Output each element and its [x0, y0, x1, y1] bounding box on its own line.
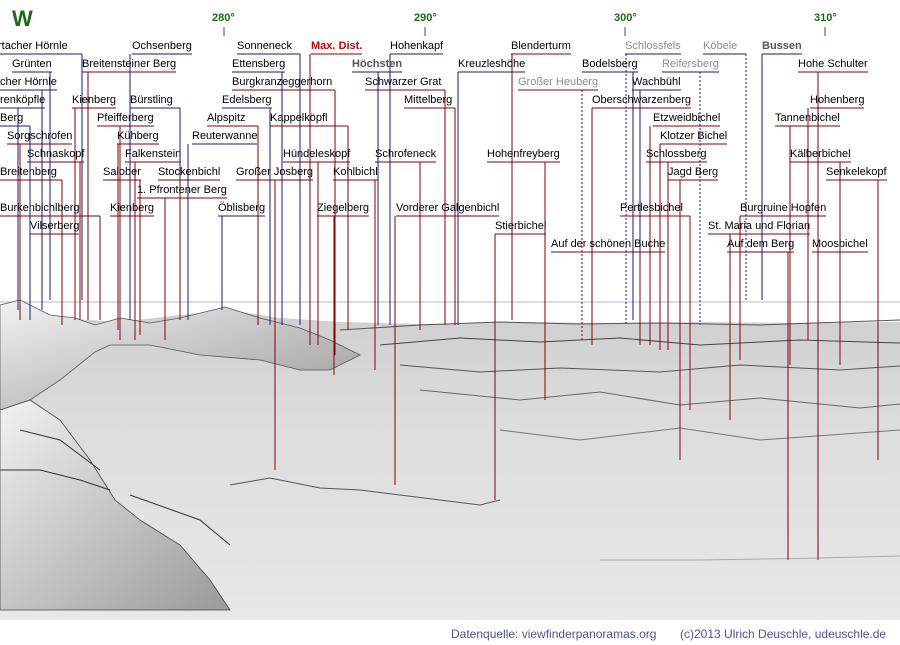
- peak-label: Edelsberg: [222, 94, 272, 106]
- peak-label: Oberschwarzenberg: [592, 94, 692, 106]
- peak-label: Wachbühl: [632, 76, 681, 88]
- peak-label: Klotzer Bichel: [660, 130, 728, 142]
- peak-label: Vorderer Galgenbichl: [396, 202, 500, 214]
- peak-label: Ziegelberg: [317, 202, 369, 214]
- peak-label: Vilserberg: [30, 220, 80, 232]
- peak-label: 1. Pfrontener Berg: [137, 184, 227, 196]
- peak-label: rtacher Hörnle: [0, 40, 68, 52]
- footer-source: Datenquelle: viewfinderpanoramas.org: [451, 627, 657, 641]
- peak-label: Kohlbichl: [333, 166, 378, 178]
- peak-label: Pfeifferberg: [97, 112, 154, 124]
- peak-label: Bürstling: [130, 94, 173, 106]
- peak-label: Stockenbichl: [158, 166, 221, 178]
- peak-label: Hohenfreyberg: [487, 148, 560, 160]
- peak-label: Grünten: [12, 58, 52, 70]
- peak-label: Falkenstein: [125, 148, 182, 160]
- peak-label: Sonneneck: [237, 40, 293, 52]
- peak-label: Kälberbichel: [790, 148, 851, 160]
- peak-label: Tannenbichel: [775, 112, 840, 124]
- peak-label: Kienberg: [72, 94, 117, 106]
- peak-label: Pertlesbichel: [620, 202, 683, 214]
- peak-label: Salober: [103, 166, 141, 178]
- footer-copyright: (c)2013 Ulrich Deuschle, udeuschle.de: [680, 627, 887, 641]
- peak-label: Reifersberg: [662, 58, 719, 70]
- peak-label: Blenderturm: [511, 40, 571, 52]
- peak-label: Höchsten: [352, 58, 403, 70]
- peak-label: cher Hörnle: [0, 76, 57, 88]
- peak-label: Hündeleskopf: [283, 148, 351, 160]
- degree-290: 290°: [414, 12, 437, 24]
- peak-label: renköpfle: [0, 94, 46, 106]
- peak-label: Burgkranzeggerhorn: [232, 76, 333, 88]
- peak-label: Schnaskopf: [27, 148, 85, 160]
- peak-label: Max. Dist.: [311, 40, 363, 52]
- peak-label: Alpspitz: [207, 112, 246, 124]
- peak-label: Burkenbichlberg: [0, 202, 80, 214]
- peak-label: Öblisberg: [218, 202, 266, 214]
- peak-label: Hohe Schulter: [798, 58, 868, 70]
- peak-label: Hohenberg: [810, 94, 865, 106]
- peak-label: Ettensberg: [232, 58, 286, 70]
- peak-label: Großer Heuberg: [518, 76, 599, 88]
- peak-label: Großer Josberg: [236, 166, 314, 178]
- peak-label: Hohenkapf: [390, 40, 444, 52]
- peak-label: Etzweidbichel: [653, 112, 721, 124]
- peak-label: Bussen: [762, 40, 802, 52]
- peak-label: Kappelköpfl: [270, 112, 328, 124]
- peak-label: Auf dem Berg: [727, 238, 795, 250]
- compass-direction: W: [12, 6, 33, 31]
- peak-label: St. Maria und Florian: [708, 220, 811, 232]
- panorama-stage: rtacher Hörnle Ochsenberg Sonneneck Max. Di…: [0, 0, 900, 645]
- peak-label: Berg: [0, 112, 24, 124]
- peak-label: Schwarzer Grat: [365, 76, 442, 88]
- peak-label: Senkelekopf: [826, 166, 887, 178]
- peak-label: Mittelberg: [404, 94, 453, 106]
- peak-label: Burgruine Hopfen: [740, 202, 827, 214]
- peak-label: Schlossfels: [625, 40, 681, 52]
- degree-310: 310°: [814, 12, 837, 24]
- peak-label: Kühberg: [117, 130, 159, 142]
- peak-label: Breitenberg: [0, 166, 57, 178]
- peak-label: Bodelsberg: [582, 58, 638, 70]
- peak-label: Kreuzleshöhe: [458, 58, 526, 70]
- peak-label: Reuterwanne: [192, 130, 258, 142]
- peak-label: Jagd Berg: [668, 166, 719, 178]
- peak-label: Kienberg: [110, 202, 155, 214]
- degree-300: 300°: [614, 12, 637, 24]
- peak-label: Sorgschrofen: [7, 130, 73, 142]
- peak-label: Stierbichel: [495, 220, 547, 232]
- peak-label: Köbele: [703, 40, 738, 52]
- peak-label: Breitensteiner Berg: [82, 58, 177, 70]
- peak-label: Auf der schönen Buche: [551, 238, 666, 250]
- peak-label: Schlossberg: [646, 148, 707, 160]
- peak-label: Schrofeneck: [375, 148, 437, 160]
- peak-label: Moosbichel: [812, 238, 868, 250]
- degree-280: 280°: [212, 12, 235, 24]
- peak-label: Ochsenberg: [132, 40, 192, 52]
